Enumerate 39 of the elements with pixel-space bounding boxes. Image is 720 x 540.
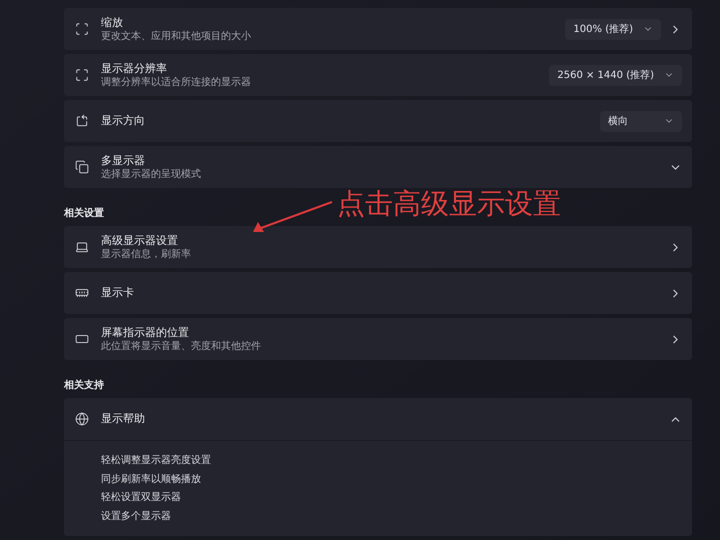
setting-card[interactable]: 缩放 更改文本、应用和其他项目的大小 100% (推荐) <box>64 8 692 50</box>
setting-title: 高级显示器设置 <box>101 234 178 248</box>
setting-description: 显示器信息，刷新率 <box>101 248 191 260</box>
setting-title: 缩放 <box>101 16 123 30</box>
section-heading: 相关设置 <box>64 207 105 221</box>
frame-icon <box>75 68 89 82</box>
setting-card[interactable]: 屏幕指示器的位置 此位置将显示音量、亮度和其他控件 <box>64 318 692 360</box>
annotation-text: 点击高级显示设置 <box>337 189 561 219</box>
setting-card[interactable]: 显示器分辨率 调整分辨率以适合所连接的显示器 2560 × 1440 (推荐) <box>64 54 692 96</box>
setting-title: 显示帮助 <box>101 412 145 426</box>
dropdown[interactable]: 横向 <box>600 110 682 132</box>
setting-title: 显示器分辨率 <box>101 62 167 76</box>
setting-description: 此位置将显示音量、亮度和其他控件 <box>101 340 261 352</box>
setting-title: 屏幕指示器的位置 <box>101 326 189 340</box>
help-link[interactable]: 轻松调整显示器亮度设置 <box>101 452 692 470</box>
setting-card[interactable]: 显示方向 横向 <box>64 100 692 142</box>
setting-card[interactable]: 显示帮助 轻松调整显示器亮度设置 同步刷新率以顺畅播放 轻松设置双显示器 设置多个显示器 <box>64 398 692 536</box>
help-link[interactable]: 轻松设置双显示器 <box>101 489 692 508</box>
setting-title: 显示卡 <box>101 286 134 300</box>
globe-icon <box>75 412 89 426</box>
dropdown[interactable]: 100% (推荐) <box>565 18 661 40</box>
card-icon <box>75 286 89 300</box>
section-heading: 相关支持 <box>64 379 105 393</box>
setting-description: 选择显示器的呈现模式 <box>101 168 201 180</box>
two-screens-icon <box>75 160 89 174</box>
setting-description: 调整分辨率以适合所连接的显示器 <box>101 76 251 88</box>
setting-title: 显示方向 <box>101 114 145 128</box>
setting-card[interactable]: 高级显示器设置 显示器信息，刷新率 <box>64 226 692 268</box>
setting-title: 多显示器 <box>101 154 145 168</box>
setting-card[interactable]: 多显示器 选择显示器的呈现模式 <box>64 146 692 188</box>
rotate-icon <box>75 114 89 128</box>
dropdown[interactable]: 2560 × 1440 (推荐) <box>549 64 682 86</box>
scan-icon <box>75 22 89 36</box>
setting-card[interactable]: 显示卡 <box>64 272 692 314</box>
laptop-icon <box>75 240 89 254</box>
help-link[interactable]: 设置多个显示器 <box>101 508 692 526</box>
setting-description: 更改文本、应用和其他项目的大小 <box>101 30 251 42</box>
rectangle-icon <box>75 332 89 346</box>
help-link[interactable]: 同步刷新率以顺畅播放 <box>101 470 692 489</box>
